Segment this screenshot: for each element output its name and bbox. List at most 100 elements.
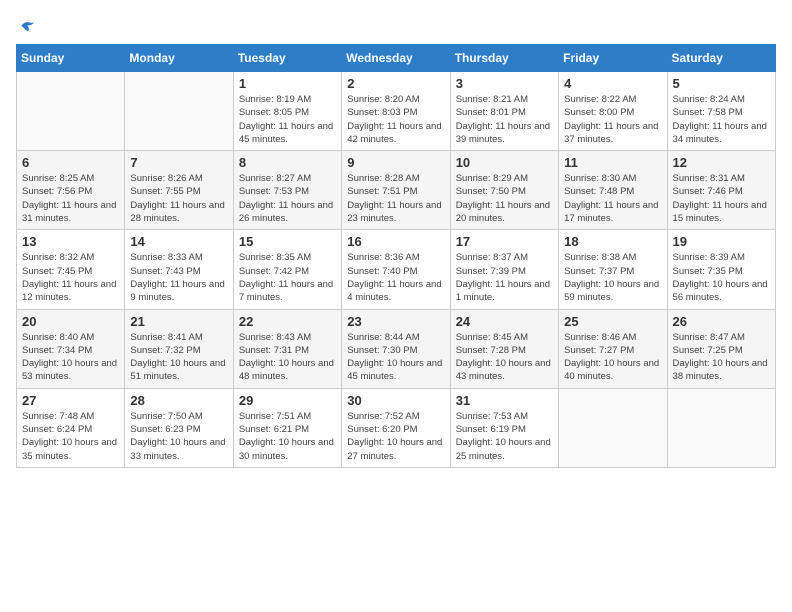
- calendar-cell: 5 Sunrise: 8:24 AM Sunset: 7:58 PM Daylig…: [667, 72, 775, 151]
- day-number: 14: [130, 234, 227, 249]
- day-info: Sunrise: 7:51 AM Sunset: 6:21 PM Dayligh…: [239, 410, 336, 463]
- calendar-cell: 25Sunrise: 8:46 AM Sunset: 7:27 PM Dayli…: [559, 309, 667, 388]
- day-info: Sunrise: 8:31 AM Sunset: 7:46 PM Dayligh…: [673, 172, 770, 225]
- day-number: 28: [130, 393, 227, 408]
- day-number: 24: [456, 314, 553, 329]
- calendar-cell: 9 Sunrise: 8:28 AM Sunset: 7:51 PM Daylig…: [342, 151, 450, 230]
- calendar-cell: 12 Sunrise: 8:31 AM Sunset: 7:46 PM Dayli…: [667, 151, 775, 230]
- title-area: [38, 16, 776, 18]
- day-info: Sunrise: 8:45 AM Sunset: 7:28 PM Dayligh…: [456, 331, 553, 384]
- calendar-cell: 26Sunrise: 8:47 AM Sunset: 7:25 PM Dayli…: [667, 309, 775, 388]
- calendar-cell: 16Sunrise: 8:36 AM Sunset: 7:40 PM Dayli…: [342, 230, 450, 309]
- day-info: Sunrise: 8:39 AM Sunset: 7:35 PM Dayligh…: [673, 251, 770, 304]
- day-info: Sunrise: 8:44 AM Sunset: 7:30 PM Dayligh…: [347, 331, 444, 384]
- day-number: 2: [347, 76, 444, 91]
- day-info: Sunrise: 8:26 AM Sunset: 7:55 PM Dayligh…: [130, 172, 227, 225]
- day-number: 12: [673, 155, 770, 170]
- day-info: Sunrise: 8:20 AM Sunset: 8:03 PM Dayligh…: [347, 93, 444, 146]
- day-number: 18: [564, 234, 661, 249]
- day-info: Sunrise: 8:32 AM Sunset: 7:45 PM Dayligh…: [22, 251, 119, 304]
- calendar-week-row: 27Sunrise: 7:48 AM Sunset: 6:24 PM Dayli…: [17, 388, 776, 467]
- calendar-cell: 19 Sunrise: 8:39 AM Sunset: 7:35 PM Dayli…: [667, 230, 775, 309]
- day-info: Sunrise: 8:41 AM Sunset: 7:32 PM Dayligh…: [130, 331, 227, 384]
- calendar-cell: 30 Sunrise: 7:52 AM Sunset: 6:20 PM Dayli…: [342, 388, 450, 467]
- day-number: 8: [239, 155, 336, 170]
- day-number: 4: [564, 76, 661, 91]
- day-info: Sunrise: 8:19 AM Sunset: 8:05 PM Dayligh…: [239, 93, 336, 146]
- weekday-header-friday: Friday: [559, 45, 667, 72]
- day-number: 6: [22, 155, 119, 170]
- calendar-cell: 11Sunrise: 8:30 AM Sunset: 7:48 PM Dayli…: [559, 151, 667, 230]
- calendar-cell: [667, 388, 775, 467]
- day-number: 17: [456, 234, 553, 249]
- calendar-week-row: 6 Sunrise: 8:25 AM Sunset: 7:56 PM Daylig…: [17, 151, 776, 230]
- day-number: 19: [673, 234, 770, 249]
- day-number: 21: [130, 314, 227, 329]
- calendar-header-row: SundayMondayTuesdayWednesdayThursdayFrid…: [17, 45, 776, 72]
- calendar-cell: 23 Sunrise: 8:44 AM Sunset: 7:30 PM Dayli…: [342, 309, 450, 388]
- day-number: 29: [239, 393, 336, 408]
- calendar-cell: 6 Sunrise: 8:25 AM Sunset: 7:56 PM Daylig…: [17, 151, 125, 230]
- calendar-cell: 8 Sunrise: 8:27 AM Sunset: 7:53 PM Daylig…: [233, 151, 341, 230]
- calendar-cell: 15 Sunrise: 8:35 AM Sunset: 7:42 PM Dayli…: [233, 230, 341, 309]
- weekday-header-wednesday: Wednesday: [342, 45, 450, 72]
- calendar-week-row: 1 Sunrise: 8:19 AM Sunset: 8:05 PM Daylig…: [17, 72, 776, 151]
- calendar-cell: [125, 72, 233, 151]
- day-number: 30: [347, 393, 444, 408]
- day-info: Sunrise: 8:35 AM Sunset: 7:42 PM Dayligh…: [239, 251, 336, 304]
- day-number: 23: [347, 314, 444, 329]
- day-info: Sunrise: 8:25 AM Sunset: 7:56 PM Dayligh…: [22, 172, 119, 225]
- day-number: 25: [564, 314, 661, 329]
- day-number: 11: [564, 155, 661, 170]
- calendar-cell: 28 Sunrise: 7:50 AM Sunset: 6:23 PM Dayli…: [125, 388, 233, 467]
- logo-bird-icon: [18, 16, 38, 36]
- calendar-table: SundayMondayTuesdayWednesdayThursdayFrid…: [16, 44, 776, 468]
- calendar-cell: [17, 72, 125, 151]
- logo: [16, 16, 38, 36]
- day-info: Sunrise: 8:43 AM Sunset: 7:31 PM Dayligh…: [239, 331, 336, 384]
- day-number: 13: [22, 234, 119, 249]
- calendar-cell: 27Sunrise: 7:48 AM Sunset: 6:24 PM Dayli…: [17, 388, 125, 467]
- day-number: 7: [130, 155, 227, 170]
- day-number: 15: [239, 234, 336, 249]
- day-number: 5: [673, 76, 770, 91]
- day-number: 9: [347, 155, 444, 170]
- calendar-cell: 2 Sunrise: 8:20 AM Sunset: 8:03 PM Daylig…: [342, 72, 450, 151]
- day-info: Sunrise: 7:53 AM Sunset: 6:19 PM Dayligh…: [456, 410, 553, 463]
- day-info: Sunrise: 8:27 AM Sunset: 7:53 PM Dayligh…: [239, 172, 336, 225]
- day-number: 22: [239, 314, 336, 329]
- weekday-header-sunday: Sunday: [17, 45, 125, 72]
- day-info: Sunrise: 7:50 AM Sunset: 6:23 PM Dayligh…: [130, 410, 227, 463]
- calendar-cell: 18 Sunrise: 8:38 AM Sunset: 7:37 PM Dayli…: [559, 230, 667, 309]
- day-number: 3: [456, 76, 553, 91]
- day-info: Sunrise: 8:38 AM Sunset: 7:37 PM Dayligh…: [564, 251, 661, 304]
- day-number: 1: [239, 76, 336, 91]
- calendar-cell: 21 Sunrise: 8:41 AM Sunset: 7:32 PM Dayli…: [125, 309, 233, 388]
- calendar-cell: 14 Sunrise: 8:33 AM Sunset: 7:43 PM Dayli…: [125, 230, 233, 309]
- day-info: Sunrise: 8:47 AM Sunset: 7:25 PM Dayligh…: [673, 331, 770, 384]
- day-number: 20: [22, 314, 119, 329]
- day-info: Sunrise: 8:37 AM Sunset: 7:39 PM Dayligh…: [456, 251, 553, 304]
- day-info: Sunrise: 7:48 AM Sunset: 6:24 PM Dayligh…: [22, 410, 119, 463]
- page-header: [16, 16, 776, 36]
- calendar-cell: 10Sunrise: 8:29 AM Sunset: 7:50 PM Dayli…: [450, 151, 558, 230]
- weekday-header-saturday: Saturday: [667, 45, 775, 72]
- day-info: Sunrise: 8:40 AM Sunset: 7:34 PM Dayligh…: [22, 331, 119, 384]
- calendar-cell: 17 Sunrise: 8:37 AM Sunset: 7:39 PM Dayli…: [450, 230, 558, 309]
- weekday-header-tuesday: Tuesday: [233, 45, 341, 72]
- day-info: Sunrise: 8:33 AM Sunset: 7:43 PM Dayligh…: [130, 251, 227, 304]
- calendar-cell: 13 Sunrise: 8:32 AM Sunset: 7:45 PM Dayli…: [17, 230, 125, 309]
- weekday-header-thursday: Thursday: [450, 45, 558, 72]
- calendar-cell: 22 Sunrise: 8:43 AM Sunset: 7:31 PM Dayli…: [233, 309, 341, 388]
- day-info: Sunrise: 7:52 AM Sunset: 6:20 PM Dayligh…: [347, 410, 444, 463]
- day-info: Sunrise: 8:36 AM Sunset: 7:40 PM Dayligh…: [347, 251, 444, 304]
- day-info: Sunrise: 8:28 AM Sunset: 7:51 PM Dayligh…: [347, 172, 444, 225]
- day-info: Sunrise: 8:21 AM Sunset: 8:01 PM Dayligh…: [456, 93, 553, 146]
- calendar-week-row: 13 Sunrise: 8:32 AM Sunset: 7:45 PM Dayli…: [17, 230, 776, 309]
- calendar-cell: 24 Sunrise: 8:45 AM Sunset: 7:28 PM Dayli…: [450, 309, 558, 388]
- calendar-cell: 4Sunrise: 8:22 AM Sunset: 8:00 PM Daylig…: [559, 72, 667, 151]
- calendar-cell: 31Sunrise: 7:53 AM Sunset: 6:19 PM Dayli…: [450, 388, 558, 467]
- day-number: 10: [456, 155, 553, 170]
- day-info: Sunrise: 8:24 AM Sunset: 7:58 PM Dayligh…: [673, 93, 770, 146]
- calendar-cell: 3 Sunrise: 8:21 AM Sunset: 8:01 PM Daylig…: [450, 72, 558, 151]
